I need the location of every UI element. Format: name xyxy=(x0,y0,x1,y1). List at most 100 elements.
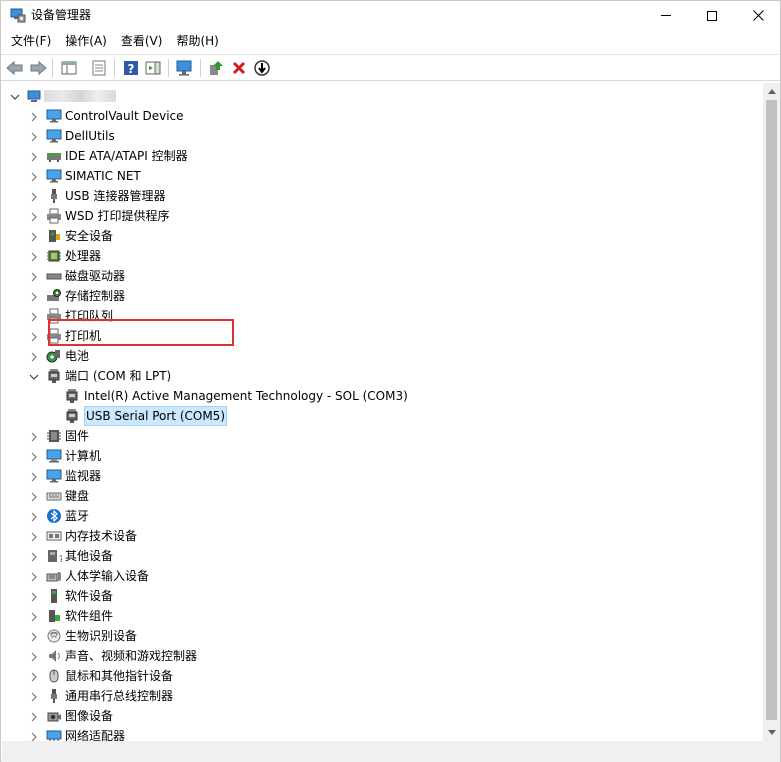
expand-arrow-icon[interactable] xyxy=(29,691,39,702)
expand-arrow-icon[interactable] xyxy=(29,671,39,682)
close-button[interactable] xyxy=(735,1,781,30)
device-category[interactable]: WSD 打印提供程序 xyxy=(2,206,763,226)
expand-arrow-icon[interactable] xyxy=(29,111,39,122)
device-category[interactable]: SIMATIC NET xyxy=(2,166,763,186)
device-category[interactable]: 端口 (COM 和 LPT) xyxy=(2,366,763,386)
expand-arrow-icon[interactable] xyxy=(29,211,39,222)
horizontal-scrollbar[interactable] xyxy=(2,741,763,758)
expand-arrow-icon[interactable] xyxy=(29,231,39,242)
device-category[interactable]: 软件组件 xyxy=(2,606,763,626)
device-item[interactable]: Intel(R) Active Management Technology - … xyxy=(2,386,763,406)
expand-arrow-icon[interactable] xyxy=(29,431,39,442)
tree-item-label: SIMATIC NET xyxy=(65,169,141,183)
show-hide-tree-button[interactable] xyxy=(59,58,79,78)
expand-arrow-icon[interactable] xyxy=(29,731,39,741)
menu-help[interactable]: 帮助(H) xyxy=(169,31,225,52)
tree-item-label: 磁盘驱动器 xyxy=(65,269,126,283)
device-tree[interactable]: ControlVault Device DellUtils IDE ATA/ATAP… xyxy=(2,83,763,741)
toolbar-separator xyxy=(200,59,201,77)
fingerprint-icon xyxy=(46,628,62,644)
expand-arrow-icon[interactable] xyxy=(29,271,39,282)
device-category[interactable]: 图像设备 xyxy=(2,706,763,726)
camera-icon xyxy=(46,708,62,724)
expand-arrow-icon[interactable] xyxy=(29,251,39,262)
maximize-button[interactable] xyxy=(689,1,735,30)
device-category[interactable]: 蓝牙 xyxy=(2,506,763,526)
help-button[interactable]: ? xyxy=(121,58,141,78)
device-category[interactable]: ControlVault Device xyxy=(2,106,763,126)
expand-arrow-icon[interactable] xyxy=(29,711,39,722)
forward-button[interactable] xyxy=(28,58,48,78)
processor-icon xyxy=(46,248,62,264)
expand-arrow-icon[interactable] xyxy=(29,631,39,642)
device-category[interactable]: IDE ATA/ATAPI 控制器 xyxy=(2,146,763,166)
device-category[interactable]: 计算机 xyxy=(2,446,763,466)
menu-file[interactable]: 文件(F) xyxy=(1,31,58,52)
device-category[interactable]: ?其他设备 xyxy=(2,546,763,566)
minimize-icon xyxy=(661,15,671,16)
device-category[interactable]: 处理器 xyxy=(2,246,763,266)
properties-button[interactable] xyxy=(89,58,109,78)
device-category[interactable]: 打印机 xyxy=(2,326,763,346)
device-category[interactable]: 电池 xyxy=(2,346,763,366)
expand-arrow-icon[interactable] xyxy=(29,151,39,162)
expand-arrow-icon[interactable] xyxy=(29,531,39,542)
device-category[interactable]: 打印队列 xyxy=(2,306,763,326)
device-category[interactable]: 软件设备 xyxy=(2,586,763,606)
expand-arrow-icon[interactable] xyxy=(29,131,39,142)
device-category[interactable]: 鼠标和其他指针设备 xyxy=(2,666,763,686)
action-pane-button[interactable] xyxy=(143,58,163,78)
scroll-down-button[interactable] xyxy=(763,724,780,741)
expand-arrow-icon[interactable] xyxy=(29,551,39,562)
expand-arrow-icon[interactable] xyxy=(29,511,39,522)
device-category[interactable]: 存储控制器 xyxy=(2,286,763,306)
minimize-button[interactable] xyxy=(643,1,689,30)
scroll-up-button[interactable] xyxy=(763,83,780,100)
device-category[interactable]: 声音、视频和游戏控制器 xyxy=(2,646,763,666)
expand-arrow-icon[interactable] xyxy=(29,331,39,342)
device-category[interactable]: DellUtils xyxy=(2,126,763,146)
device-item[interactable]: USB Serial Port (COM5) xyxy=(2,406,763,426)
scan-hardware-button[interactable] xyxy=(175,58,195,78)
expand-arrow-icon[interactable] xyxy=(29,311,39,322)
back-button[interactable] xyxy=(5,58,25,78)
expand-arrow-icon[interactable] xyxy=(29,351,39,362)
expand-arrow-icon[interactable] xyxy=(29,651,39,662)
menu-action[interactable]: 操作(A) xyxy=(58,31,114,52)
tree-item-label: USB Serial Port (COM5) xyxy=(84,406,227,426)
device-category[interactable]: 键盘 xyxy=(2,486,763,506)
expand-arrow-icon[interactable] xyxy=(29,571,39,582)
device-category[interactable]: USB 连接器管理器 xyxy=(2,186,763,206)
expand-arrow-icon[interactable] xyxy=(29,611,39,622)
collapse-arrow-icon[interactable] xyxy=(29,371,39,381)
expand-arrow-icon[interactable] xyxy=(29,451,39,462)
expand-arrow-icon[interactable] xyxy=(29,471,39,482)
security-icon xyxy=(46,228,62,244)
device-category[interactable]: 内存技术设备 xyxy=(2,526,763,546)
menu-view[interactable]: 查看(V) xyxy=(114,31,170,52)
memory-icon xyxy=(46,528,62,544)
disable-button[interactable] xyxy=(252,58,272,78)
collapse-arrow-icon[interactable] xyxy=(10,91,20,101)
device-category[interactable]: 固件 xyxy=(2,426,763,446)
device-category[interactable]: 人体学输入设备 xyxy=(2,566,763,586)
tree-root[interactable] xyxy=(2,86,763,106)
device-category[interactable]: 监视器 xyxy=(2,466,763,486)
device-category[interactable]: 磁盘驱动器 xyxy=(2,266,763,286)
device-category[interactable]: 网络适配器 xyxy=(2,726,763,741)
expand-arrow-icon[interactable] xyxy=(29,491,39,502)
uninstall-button[interactable] xyxy=(229,58,249,78)
expand-arrow-icon[interactable] xyxy=(29,291,39,302)
vertical-scroll-thumb[interactable] xyxy=(766,100,777,720)
device-category[interactable]: 通用串行总线控制器 xyxy=(2,686,763,706)
vertical-scrollbar[interactable] xyxy=(763,83,780,741)
title-bar[interactable]: 设备管理器 xyxy=(1,1,780,30)
update-driver-button[interactable] xyxy=(206,58,226,78)
expand-arrow-icon[interactable] xyxy=(29,191,39,202)
expand-arrow-icon[interactable] xyxy=(29,171,39,182)
software-component-icon xyxy=(46,608,62,624)
monitor-icon xyxy=(46,108,62,124)
expand-arrow-icon[interactable] xyxy=(29,591,39,602)
device-category[interactable]: 安全设备 xyxy=(2,226,763,246)
device-category[interactable]: 生物识别设备 xyxy=(2,626,763,646)
